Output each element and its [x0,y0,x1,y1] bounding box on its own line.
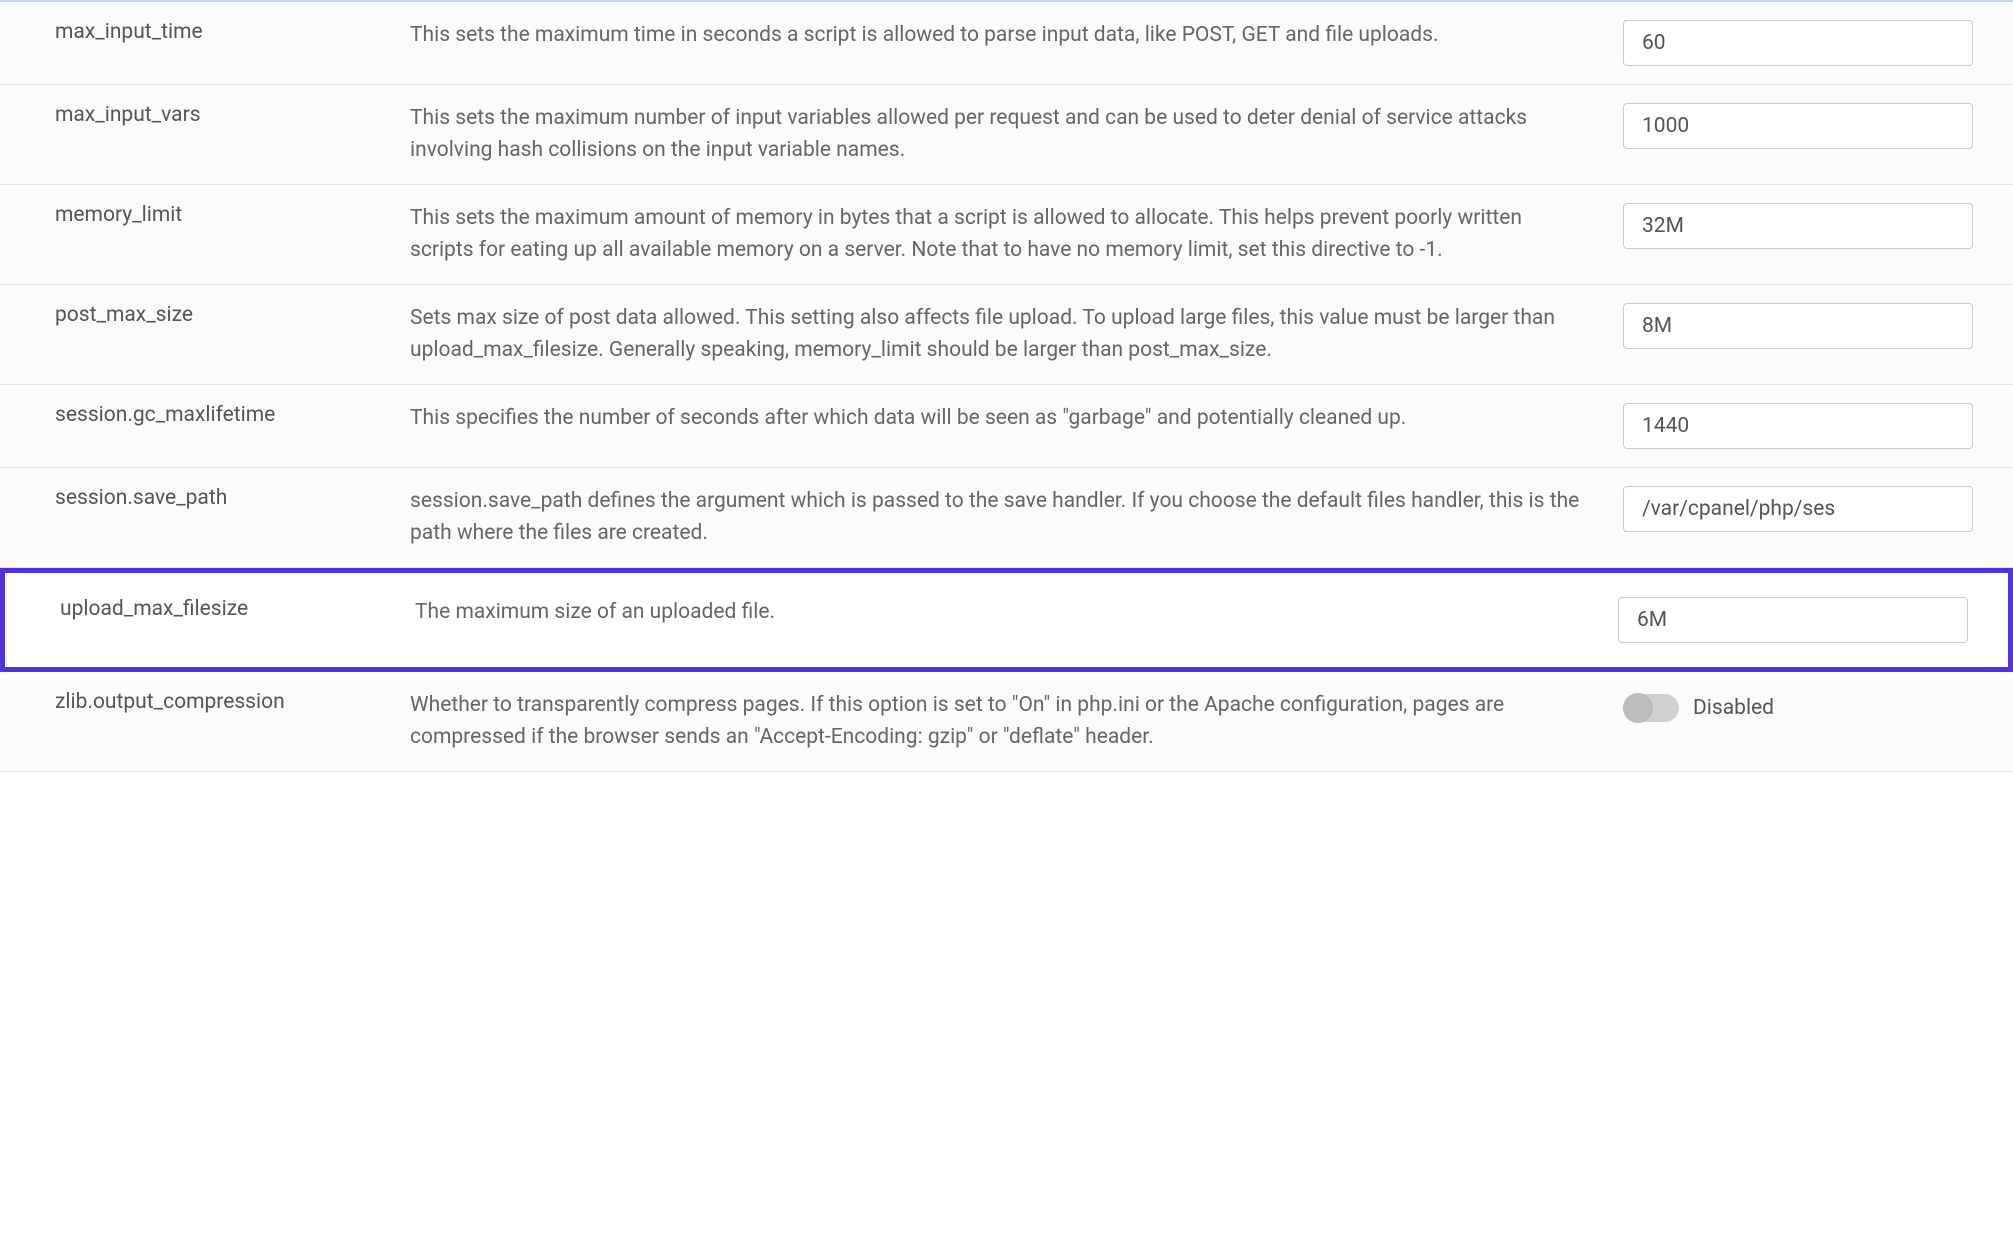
setting-name: upload_max_filesize [5,597,415,621]
setting-row-zlib-output-compression: zlib.output_compressionWhether to transp… [0,672,2013,772]
setting-description: session.save_path defines the argument w… [410,486,1623,549]
setting-description: This specifies the number of seconds aft… [410,403,1623,435]
setting-value-cell [1623,103,2013,149]
setting-input-post-max-size[interactable] [1623,303,1973,349]
setting-name: memory_limit [0,203,410,227]
setting-description: This sets the maximum amount of memory i… [410,203,1623,266]
setting-description: This sets the maximum time in seconds a … [410,20,1623,52]
setting-name: zlib.output_compression [0,690,410,714]
setting-input-memory-limit[interactable] [1623,203,1973,249]
setting-value-cell [1623,203,2013,249]
setting-value-cell [1623,486,2013,532]
toggle-label: Disabled [1693,696,1774,720]
setting-name: session.gc_maxlifetime [0,403,410,427]
setting-value-cell [1623,403,2013,449]
setting-description: The maximum size of an uploaded file. [415,597,1618,629]
setting-row-memory-limit: memory_limitThis sets the maximum amount… [0,185,2013,285]
setting-input-max-input-vars[interactable] [1623,103,1973,149]
setting-input-max-input-time[interactable] [1623,20,1973,66]
setting-name: post_max_size [0,303,410,327]
setting-name: session.save_path [0,486,410,510]
setting-row-session-save-path: session.save_pathsession.save_path defin… [0,468,2013,568]
setting-row-max-input-vars: max_input_varsThis sets the maximum numb… [0,85,2013,185]
setting-row-session-gc-maxlifetime: session.gc_maxlifetimeThis specifies the… [0,385,2013,468]
setting-row-upload-max-filesize: upload_max_filesizeThe maximum size of a… [0,568,2013,672]
setting-input-session-gc-maxlifetime[interactable] [1623,403,1973,449]
php-settings-table: max_input_timeThis sets the maximum time… [0,0,2013,772]
setting-description: This sets the maximum number of input va… [410,103,1623,166]
setting-name: max_input_time [0,20,410,44]
setting-value-cell [1618,597,2008,643]
setting-value-cell [1623,20,2013,66]
setting-row-max-input-time: max_input_timeThis sets the maximum time… [0,2,2013,85]
setting-value-cell: Disabled [1623,690,2013,722]
toggle-switch[interactable] [1623,694,1679,722]
toggle-wrap: Disabled [1623,690,1983,722]
setting-description: Whether to transparently compress pages.… [410,690,1623,753]
setting-input-upload-max-filesize[interactable] [1618,597,1968,643]
setting-input-session-save-path[interactable] [1623,486,1973,532]
toggle-knob [1623,693,1653,723]
setting-row-post-max-size: post_max_sizeSets max size of post data … [0,285,2013,385]
setting-name: max_input_vars [0,103,410,127]
setting-value-cell [1623,303,2013,349]
setting-description: Sets max size of post data allowed. This… [410,303,1623,366]
